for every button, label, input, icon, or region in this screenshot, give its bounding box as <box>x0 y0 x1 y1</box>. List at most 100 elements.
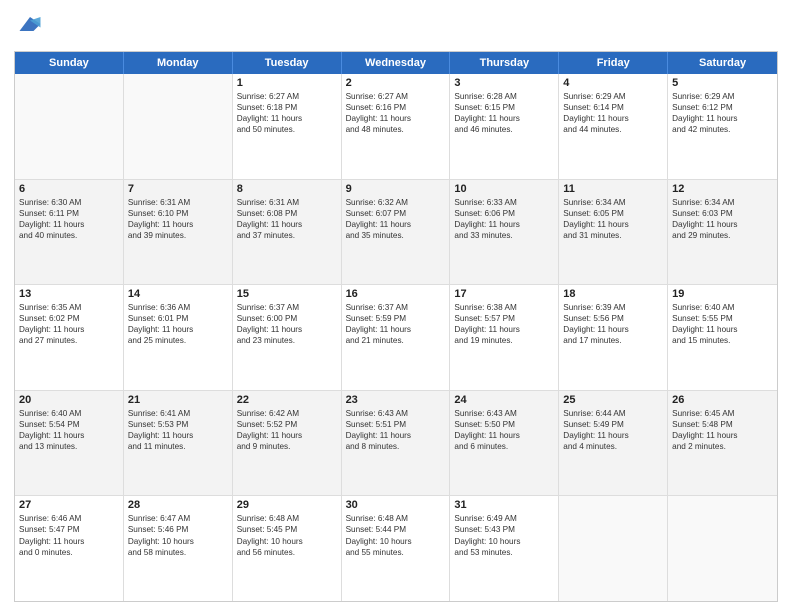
cell-line: Sunset: 6:12 PM <box>672 102 773 113</box>
cell-line: Sunset: 5:55 PM <box>672 313 773 324</box>
cell-line: and 27 minutes. <box>19 335 119 346</box>
calendar-cell: 7Sunrise: 6:31 AMSunset: 6:10 PMDaylight… <box>124 180 233 285</box>
calendar-cell <box>15 74 124 179</box>
calendar-cell: 13Sunrise: 6:35 AMSunset: 6:02 PMDayligh… <box>15 285 124 390</box>
day-number: 15 <box>237 288 337 300</box>
cell-line: Sunrise: 6:34 AM <box>672 197 773 208</box>
cell-line: Sunset: 6:14 PM <box>563 102 663 113</box>
calendar-cell: 28Sunrise: 6:47 AMSunset: 5:46 PMDayligh… <box>124 496 233 601</box>
day-number: 22 <box>237 394 337 406</box>
cell-line: Sunrise: 6:29 AM <box>672 91 773 102</box>
calendar-cell: 4Sunrise: 6:29 AMSunset: 6:14 PMDaylight… <box>559 74 668 179</box>
weekday-header-friday: Friday <box>559 52 668 74</box>
cell-line: and 42 minutes. <box>672 124 773 135</box>
day-number: 3 <box>454 77 554 89</box>
calendar-cell: 2 Sunrise: 6:27 AMSunset: 6:16 PMDaylight… <box>342 74 451 179</box>
calendar-row-3: 13Sunrise: 6:35 AMSunset: 6:02 PMDayligh… <box>15 284 777 390</box>
cell-line: Daylight: 11 hours <box>346 113 446 124</box>
calendar-cell: 30Sunrise: 6:48 AMSunset: 5:44 PMDayligh… <box>342 496 451 601</box>
cell-line: Sunset: 5:50 PM <box>454 419 554 430</box>
cell-line: and 15 minutes. <box>672 335 773 346</box>
calendar-row-2: 6Sunrise: 6:30 AMSunset: 6:11 PMDaylight… <box>15 179 777 285</box>
day-number: 31 <box>454 499 554 511</box>
calendar-cell: 1Sunrise: 6:27 AMSunset: 6:18 PMDaylight… <box>233 74 342 179</box>
calendar-cell: 15Sunrise: 6:37 AMSunset: 6:00 PMDayligh… <box>233 285 342 390</box>
cell-line: and 25 minutes. <box>128 335 228 346</box>
cell-line: and 46 minutes. <box>454 124 554 135</box>
weekday-header-monday: Monday <box>124 52 233 74</box>
cell-line: and 39 minutes. <box>128 230 228 241</box>
weekday-header-wednesday: Wednesday <box>342 52 451 74</box>
cell-line: Sunset: 6:11 PM <box>19 208 119 219</box>
logo-icon <box>16 10 44 38</box>
day-number: 6 <box>19 183 119 195</box>
calendar-cell <box>559 496 668 601</box>
weekday-header-saturday: Saturday <box>668 52 777 74</box>
cell-line: Sunrise: 6:49 AM <box>454 513 554 524</box>
cell-line: Sunset: 6:02 PM <box>19 313 119 324</box>
day-number: 16 <box>346 288 446 300</box>
calendar-cell: 25Sunrise: 6:44 AMSunset: 5:49 PMDayligh… <box>559 391 668 496</box>
day-number: 11 <box>563 183 663 195</box>
day-number: 30 <box>346 499 446 511</box>
calendar-cell: 6Sunrise: 6:30 AMSunset: 6:11 PMDaylight… <box>15 180 124 285</box>
cell-line: Daylight: 11 hours <box>19 324 119 335</box>
cell-line: Sunrise: 6:33 AM <box>454 197 554 208</box>
cell-line: Sunset: 6:16 PM <box>346 102 446 113</box>
cell-line: and 56 minutes. <box>237 547 337 558</box>
day-number: 2 <box>346 77 446 89</box>
calendar-cell: 16Sunrise: 6:37 AMSunset: 5:59 PMDayligh… <box>342 285 451 390</box>
cell-line: Sunset: 5:44 PM <box>346 524 446 535</box>
cell-line: Sunset: 5:52 PM <box>237 419 337 430</box>
cell-line: Sunrise: 6:37 AM <box>237 302 337 313</box>
cell-line: Sunrise: 6:40 AM <box>19 408 119 419</box>
cell-line: Daylight: 11 hours <box>454 430 554 441</box>
day-number: 10 <box>454 183 554 195</box>
day-number: 20 <box>19 394 119 406</box>
cell-line: Sunrise: 6:47 AM <box>128 513 228 524</box>
cell-line: Daylight: 11 hours <box>563 430 663 441</box>
cell-line: and 17 minutes. <box>563 335 663 346</box>
cell-line: Daylight: 11 hours <box>346 219 446 230</box>
page: SundayMondayTuesdayWednesdayThursdayFrid… <box>0 0 792 612</box>
cell-line: and 21 minutes. <box>346 335 446 346</box>
day-number: 14 <box>128 288 228 300</box>
calendar-cell: 31Sunrise: 6:49 AMSunset: 5:43 PMDayligh… <box>450 496 559 601</box>
cell-line: Sunrise: 6:31 AM <box>237 197 337 208</box>
cell-line: Sunset: 6:05 PM <box>563 208 663 219</box>
cell-line: and 2 minutes. <box>672 441 773 452</box>
cell-line: Sunset: 6:08 PM <box>237 208 337 219</box>
day-number: 17 <box>454 288 554 300</box>
calendar-row-4: 20Sunrise: 6:40 AMSunset: 5:54 PMDayligh… <box>15 390 777 496</box>
cell-line: Daylight: 10 hours <box>346 536 446 547</box>
cell-line: Sunset: 5:45 PM <box>237 524 337 535</box>
day-number: 7 <box>128 183 228 195</box>
cell-line: Daylight: 11 hours <box>128 219 228 230</box>
cell-line: Sunrise: 6:32 AM <box>346 197 446 208</box>
day-number: 9 <box>346 183 446 195</box>
cell-line: and 19 minutes. <box>454 335 554 346</box>
cell-line: and 35 minutes. <box>346 230 446 241</box>
cell-line: Sunset: 6:06 PM <box>454 208 554 219</box>
cell-line: Sunset: 5:59 PM <box>346 313 446 324</box>
calendar-cell: 19Sunrise: 6:40 AMSunset: 5:55 PMDayligh… <box>668 285 777 390</box>
calendar-cell: 29Sunrise: 6:48 AMSunset: 5:45 PMDayligh… <box>233 496 342 601</box>
calendar-row-5: 27Sunrise: 6:46 AMSunset: 5:47 PMDayligh… <box>15 495 777 601</box>
day-number: 13 <box>19 288 119 300</box>
cell-line: Daylight: 11 hours <box>19 430 119 441</box>
day-number: 4 <box>563 77 663 89</box>
cell-line: Sunrise: 6:45 AM <box>672 408 773 419</box>
weekday-header-thursday: Thursday <box>450 52 559 74</box>
cell-line: Daylight: 11 hours <box>237 219 337 230</box>
cell-line: Sunset: 6:03 PM <box>672 208 773 219</box>
calendar-cell: 26Sunrise: 6:45 AMSunset: 5:48 PMDayligh… <box>668 391 777 496</box>
calendar-row-1: 1Sunrise: 6:27 AMSunset: 6:18 PMDaylight… <box>15 74 777 179</box>
calendar-cell: 24Sunrise: 6:43 AMSunset: 5:50 PMDayligh… <box>450 391 559 496</box>
cell-line: Sunrise: 6:27 AM <box>346 91 446 102</box>
calendar-cell: 27Sunrise: 6:46 AMSunset: 5:47 PMDayligh… <box>15 496 124 601</box>
cell-line: Daylight: 11 hours <box>19 219 119 230</box>
calendar-cell <box>668 496 777 601</box>
cell-line: and 53 minutes. <box>454 547 554 558</box>
calendar-cell: 10Sunrise: 6:33 AMSunset: 6:06 PMDayligh… <box>450 180 559 285</box>
cell-line: and 23 minutes. <box>237 335 337 346</box>
